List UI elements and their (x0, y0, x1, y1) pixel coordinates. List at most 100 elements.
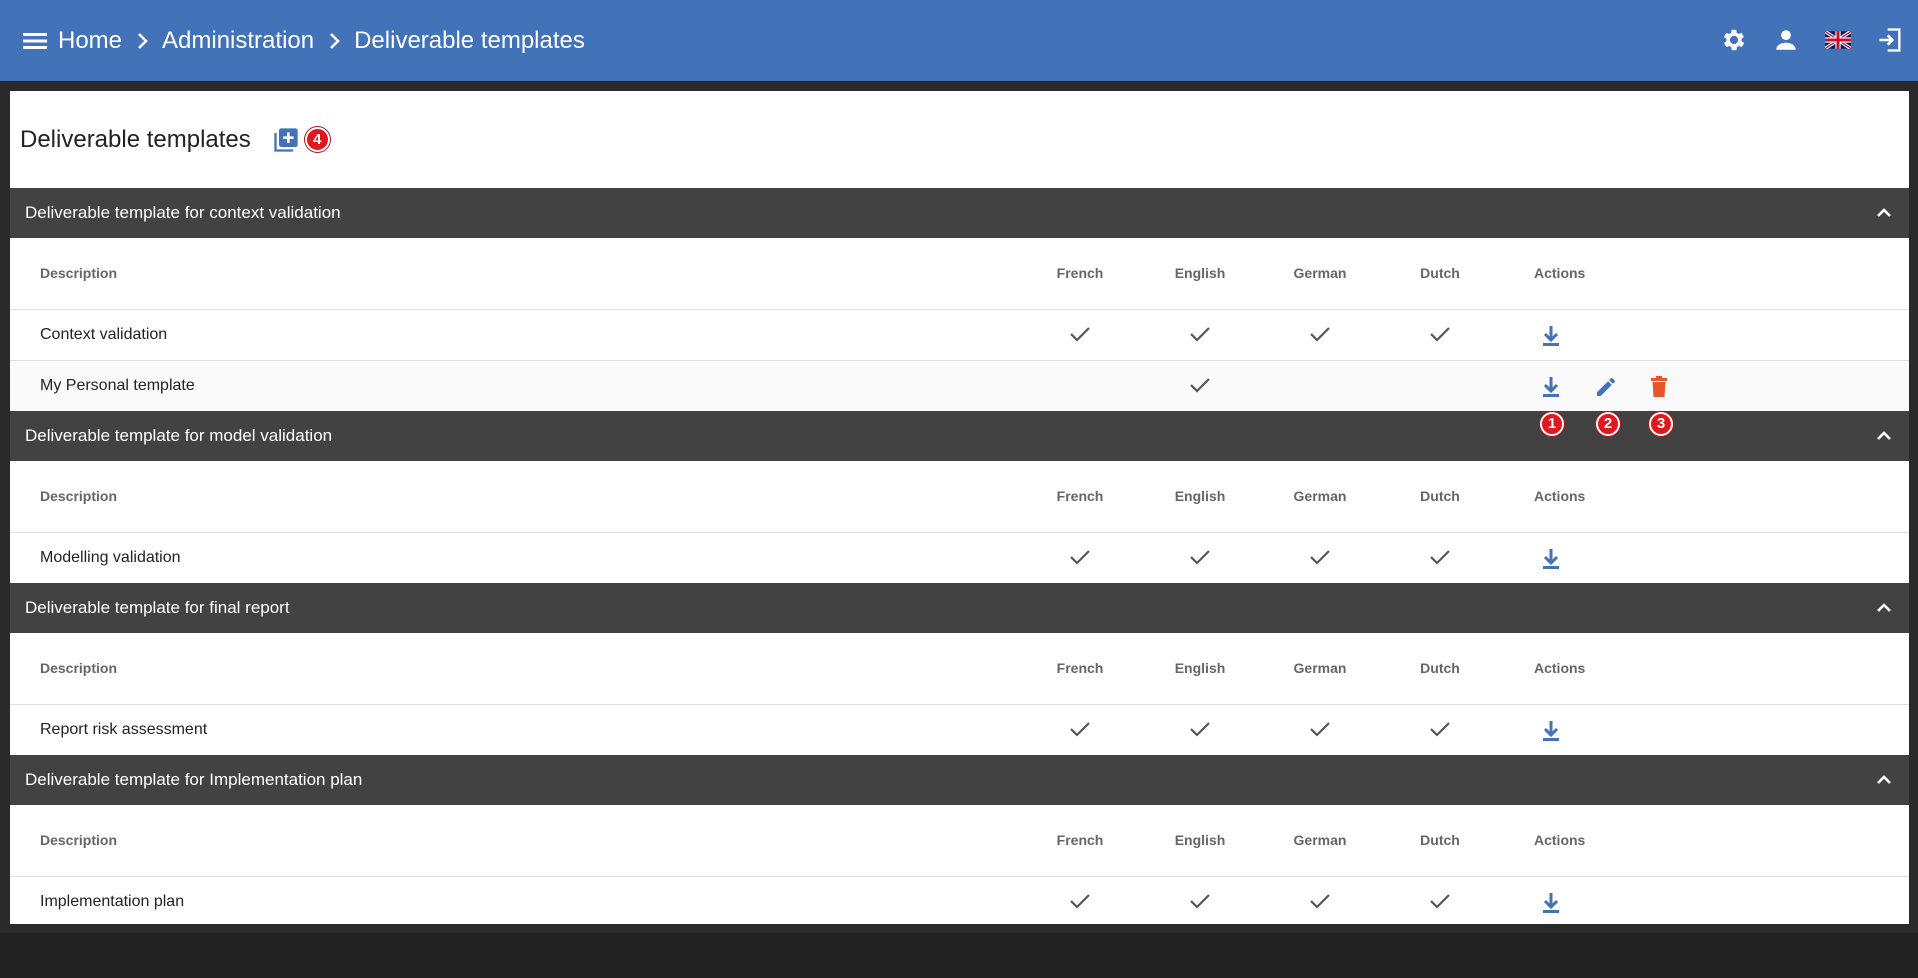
uk-flag-icon[interactable] (1822, 24, 1854, 56)
user-icon[interactable] (1770, 24, 1802, 56)
check-icon (1427, 321, 1453, 347)
settings-icon[interactable] (1718, 24, 1750, 56)
table-header-row: Description French English German Dutch … (10, 805, 1909, 877)
download-icon[interactable] (1537, 545, 1565, 573)
templates-table: Description French English German Dutch … (10, 633, 1909, 755)
column-header-german: German (1260, 238, 1380, 310)
logout-icon[interactable] (1874, 24, 1906, 56)
column-header-german: German (1260, 633, 1380, 705)
chevron-up-icon[interactable] (1873, 769, 1895, 791)
check-icon (1427, 888, 1453, 914)
table-row: My Personal template 1 2 3 (10, 360, 1909, 436)
table-header-row: Description French English German Dutch … (10, 633, 1909, 705)
table-header-row: Description French English German Dutch … (10, 238, 1909, 310)
check-icon (1067, 888, 1093, 914)
column-header-english: English (1140, 805, 1260, 877)
column-header-french: French (1020, 461, 1140, 533)
column-header-english: English (1140, 633, 1260, 705)
section-header[interactable]: Deliverable template for Implementation … (10, 755, 1909, 805)
column-header-dutch: Dutch (1380, 461, 1500, 533)
templates-card: Deliverable templates 4 Deliverable temp… (10, 91, 1909, 924)
check-icon (1427, 544, 1453, 570)
chevron-up-icon[interactable] (1873, 425, 1895, 447)
page-title: Deliverable templates (20, 125, 251, 153)
column-header-dutch: Dutch (1380, 238, 1500, 310)
download-icon[interactable] (1537, 717, 1565, 745)
add-template-icon[interactable] (271, 125, 301, 155)
column-header-german: German (1260, 461, 1380, 533)
column-header-french: French (1020, 805, 1140, 877)
template-description: Report risk assessment (40, 720, 208, 738)
check-icon (1067, 544, 1093, 570)
section-header[interactable]: Deliverable template for context validat… (10, 188, 1909, 238)
top-app-bar: Home Administration Deliverable template… (0, 0, 1918, 81)
step-badge: 1 (1540, 411, 1564, 436)
edit-icon[interactable] (1592, 373, 1620, 401)
row-actions (1500, 876, 1909, 924)
check-icon (1307, 888, 1333, 914)
section-title: Deliverable template for model validatio… (25, 426, 333, 445)
check-icon (1427, 716, 1453, 742)
check-icon (1307, 321, 1333, 347)
chevron-right-icon (136, 32, 148, 50)
check-icon (1307, 544, 1333, 570)
check-icon (1187, 372, 1213, 398)
column-header-description: Description (10, 461, 1020, 533)
section-title: Deliverable template for final report (25, 598, 290, 617)
step-badge: 3 (1649, 411, 1673, 436)
table-row: Implementation plan (10, 876, 1909, 924)
breadcrumb-home[interactable]: Home (58, 27, 122, 55)
row-actions (1500, 309, 1909, 361)
section-header[interactable]: Deliverable template for model validatio… (10, 411, 1909, 461)
column-header-german: German (1260, 805, 1380, 877)
delete-icon[interactable] (1645, 373, 1673, 401)
column-header-english: English (1140, 461, 1260, 533)
template-description: Implementation plan (40, 892, 185, 910)
download-icon[interactable] (1537, 889, 1565, 917)
table-header-row: Description French English German Dutch … (10, 461, 1909, 533)
column-header-description: Description (10, 805, 1020, 877)
section-title: Deliverable template for context validat… (25, 203, 341, 222)
section-header[interactable]: Deliverable template for final report (10, 583, 1909, 633)
check-icon (1187, 888, 1213, 914)
column-header-actions: Actions (1500, 238, 1909, 310)
row-actions (1500, 704, 1909, 755)
check-icon (1187, 321, 1213, 347)
check-icon (1067, 716, 1093, 742)
template-description: My Personal template (10, 360, 1020, 411)
row-actions: 1 2 3 (1500, 360, 1909, 436)
breadcrumb: Home Administration Deliverable template… (58, 27, 585, 55)
column-header-french: French (1020, 238, 1140, 310)
chevron-up-icon[interactable] (1873, 202, 1895, 224)
download-icon[interactable] (1537, 373, 1565, 401)
chevron-right-icon (328, 32, 340, 50)
table-row: Context validation (10, 309, 1909, 361)
row-actions (1500, 532, 1909, 583)
check-icon (1067, 321, 1093, 347)
page-footer (0, 933, 1918, 978)
table-row: Report risk assessment (10, 704, 1909, 755)
chevron-up-icon[interactable] (1873, 597, 1895, 619)
column-header-actions: Actions (1500, 633, 1909, 705)
column-header-actions: Actions (1500, 461, 1909, 533)
breadcrumb-current: Deliverable templates (354, 26, 585, 54)
column-header-dutch: Dutch (1380, 633, 1500, 705)
page-header: Deliverable templates 4 (10, 91, 1909, 188)
download-icon[interactable] (1537, 322, 1565, 350)
template-description: Context validation (10, 309, 1020, 361)
template-description: Modelling validation (40, 548, 181, 566)
table-row: Modelling validation (10, 532, 1909, 583)
toolbar-icons (1718, 24, 1906, 56)
templates-table: Description French English German Dutch … (10, 238, 1909, 436)
column-header-description: Description (10, 238, 1020, 310)
menu-icon[interactable] (20, 26, 50, 56)
step-badge: 4 (304, 127, 330, 152)
check-icon (1307, 716, 1333, 742)
section-title: Deliverable template for Implementation … (25, 770, 363, 789)
column-header-description: Description (10, 633, 1020, 705)
templates-table: Description French English German Dutch … (10, 805, 1909, 924)
step-badge: 2 (1596, 411, 1620, 436)
column-header-actions: Actions (1500, 805, 1909, 877)
templates-table: Description French English German Dutch … (10, 461, 1909, 583)
breadcrumb-administration[interactable]: Administration (162, 27, 314, 55)
